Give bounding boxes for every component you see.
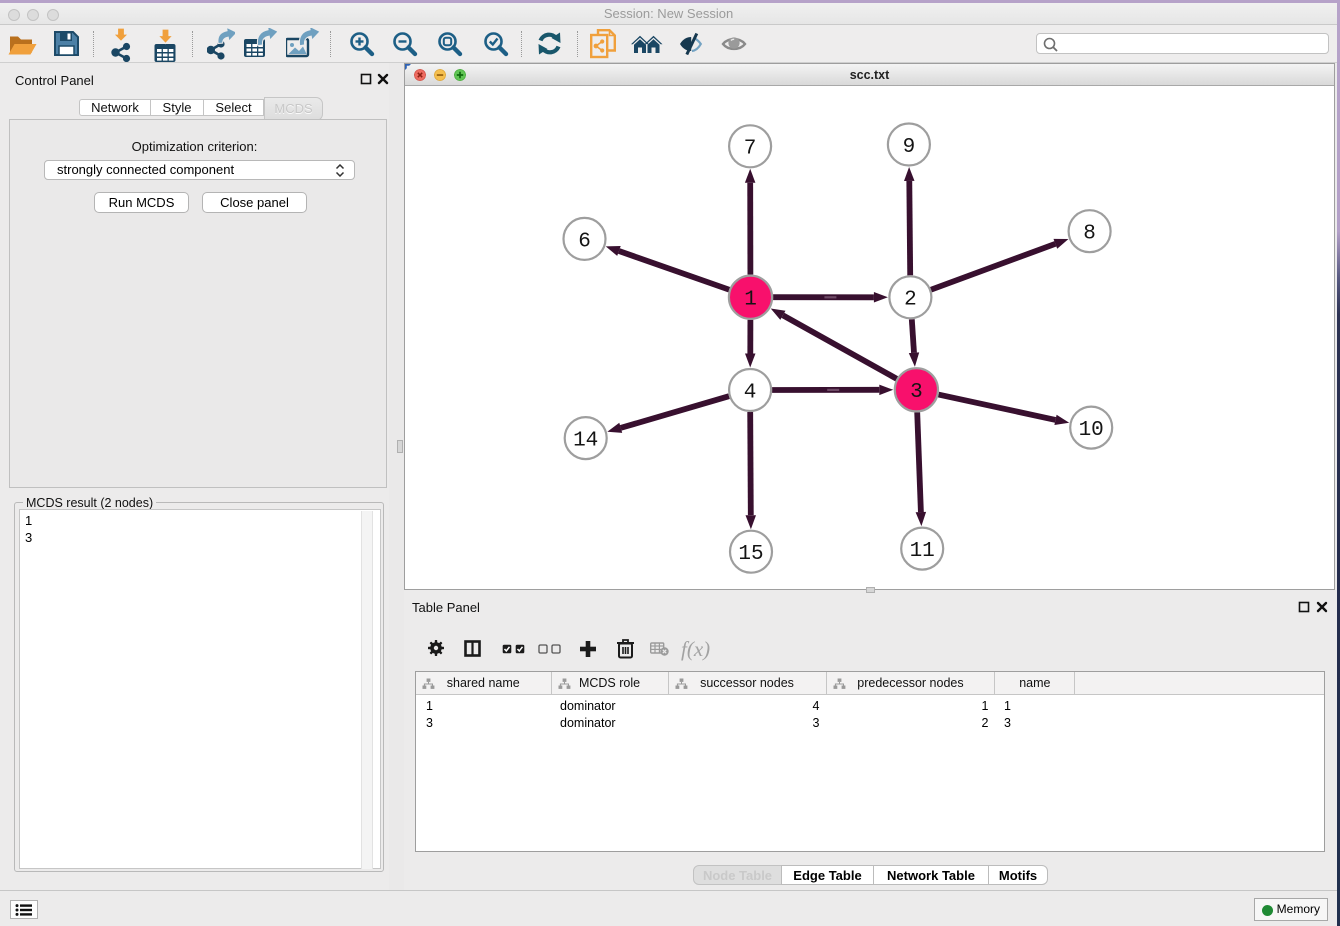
svg-text:15: 15 [738, 543, 763, 566]
svg-text:11: 11 [910, 540, 935, 563]
svg-text:6: 6 [578, 230, 591, 253]
svg-text:2: 2 [904, 289, 917, 312]
svg-text:9: 9 [903, 136, 916, 159]
svg-text:4: 4 [744, 381, 757, 404]
svg-text:3: 3 [910, 381, 923, 404]
svg-text:8: 8 [1083, 223, 1096, 246]
svg-text:14: 14 [573, 430, 598, 453]
svg-text:7: 7 [744, 138, 757, 161]
svg-text:10: 10 [1079, 419, 1104, 442]
svg-text:1: 1 [744, 289, 757, 312]
